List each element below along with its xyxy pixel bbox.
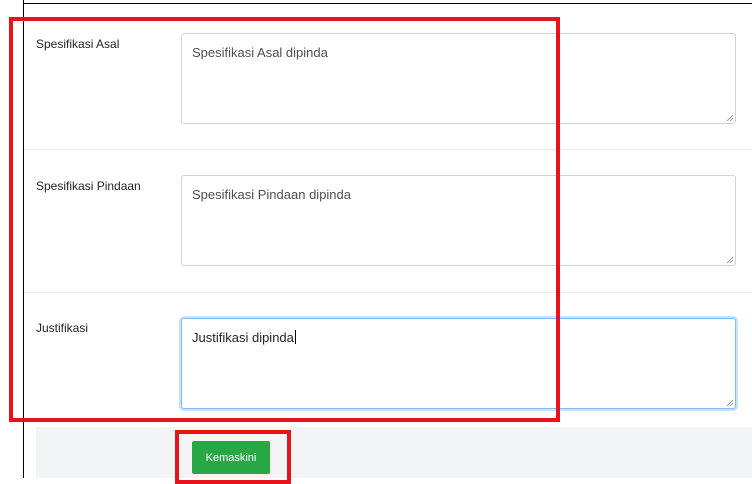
highlight-box-fields — [9, 17, 560, 422]
resize-grip-icon[interactable] — [726, 399, 733, 406]
highlight-box-button — [175, 430, 291, 484]
form-actions-bar — [36, 427, 752, 478]
window-frame-top — [23, 3, 752, 4]
resize-grip-icon[interactable] — [726, 256, 733, 263]
resize-grip-icon[interactable] — [726, 114, 733, 121]
